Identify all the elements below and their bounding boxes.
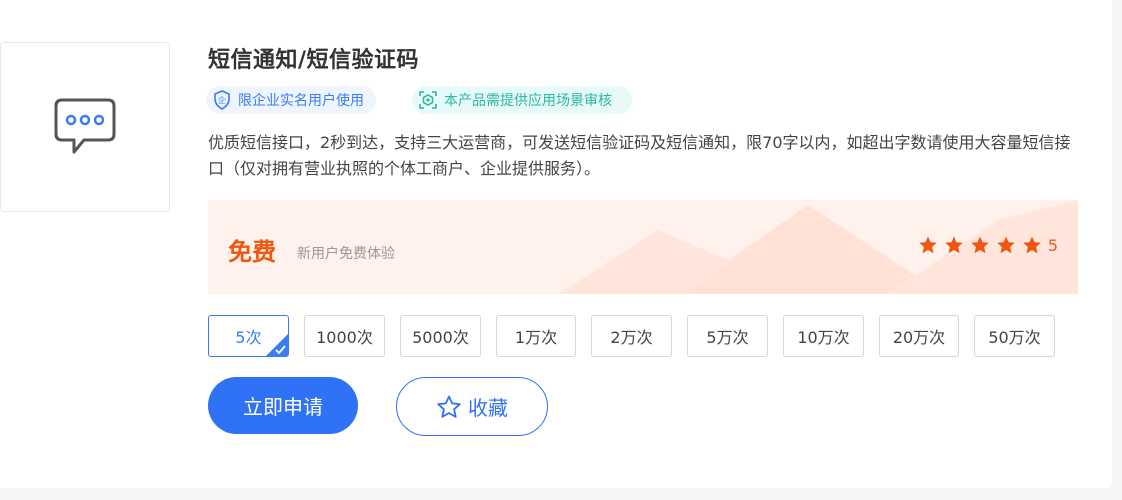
favorite-label: 收藏 (468, 398, 508, 420)
option-label: 5000次 (412, 328, 469, 347)
rating-score: 5 (1047, 235, 1058, 255)
tag-label: 本产品需提供应用场景审核 (444, 93, 612, 109)
rating-stars: 5 (912, 235, 1058, 255)
price-panel: 免费 新用户免费体验 5 (208, 200, 1078, 294)
selected-check-icon (266, 334, 288, 356)
star-icon (997, 236, 1015, 254)
package-option-100k[interactable]: 10万次 (783, 315, 864, 357)
price-note: 新用户免费体验 (297, 246, 395, 262)
tag-label: 限企业实名用户使用 (238, 93, 364, 109)
chat-bubble-icon (54, 98, 116, 154)
option-label: 1万次 (514, 328, 558, 347)
star-icon (971, 236, 989, 254)
enterprise-only-tag: 企 限企业实名用户使用 (206, 86, 376, 114)
package-option-200k[interactable]: 20万次 (879, 315, 959, 357)
scan-review-icon (418, 90, 438, 110)
product-thumbnail (0, 42, 170, 212)
option-label: 20万次 (892, 328, 946, 347)
star-icon (919, 236, 937, 254)
product-description: 优质短信接口，2秒到达，支持三大运营商，可发送短信验证码及短信通知，限70字以内… (208, 133, 1071, 178)
product-title: 短信通知/短信验证码 (208, 48, 420, 73)
option-label: 5万次 (706, 328, 749, 347)
apply-now-button[interactable]: 立即申请 (208, 377, 358, 434)
svg-text:企: 企 (218, 95, 226, 105)
option-label: 2万次 (610, 328, 653, 347)
package-option-5[interactable]: 5次 (208, 315, 289, 357)
option-label: 1000次 (316, 328, 373, 347)
enterprise-shield-icon: 企 (212, 90, 232, 110)
star-outline-icon (437, 395, 461, 418)
star-icon (1023, 236, 1041, 254)
option-label: 5次 (235, 328, 262, 347)
package-option-5000[interactable]: 5000次 (400, 315, 481, 357)
favorite-button[interactable]: 收藏 (396, 377, 548, 436)
price-value: 免费 (228, 238, 276, 266)
package-option-10k[interactable]: 1万次 (496, 315, 576, 357)
package-option-1000[interactable]: 1000次 (304, 315, 385, 357)
option-label: 50万次 (988, 328, 1041, 347)
option-label: 10万次 (797, 328, 850, 347)
package-option-20k[interactable]: 2万次 (591, 315, 672, 357)
package-option-50k[interactable]: 5万次 (687, 315, 768, 357)
star-icon (945, 236, 963, 254)
product-card: 短信通知/短信验证码 企 限企业实名用户使用 本产品需提供应用场景审核 优质短信… (0, 0, 1112, 488)
scene-review-tag: 本产品需提供应用场景审核 (412, 86, 632, 114)
package-option-500k[interactable]: 50万次 (974, 315, 1055, 357)
